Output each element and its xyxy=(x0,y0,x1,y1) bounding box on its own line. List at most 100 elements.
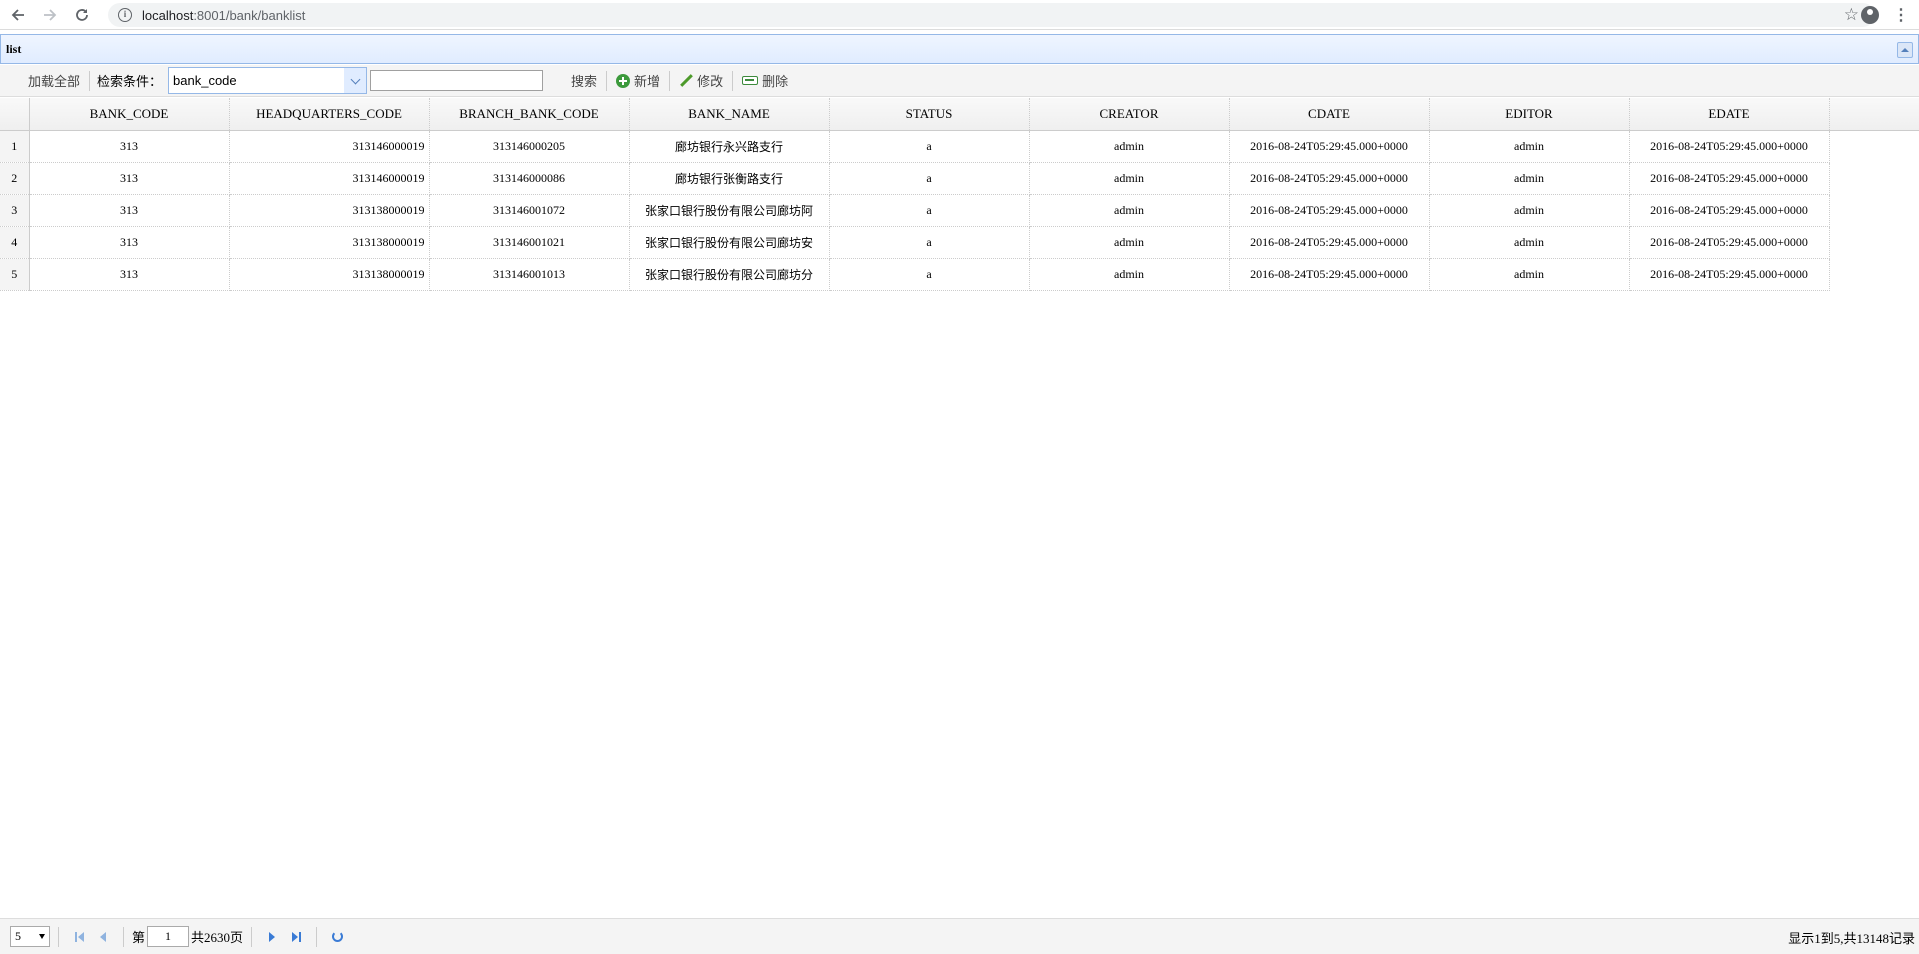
page-size-value: 5 xyxy=(15,929,21,943)
url-path: :8001/bank/banklist xyxy=(193,7,306,23)
cell-status[interactable]: a xyxy=(829,258,1030,291)
cell-branch-bank-code[interactable]: 313146000205 xyxy=(429,130,630,163)
cell-editor[interactable]: admin xyxy=(1429,258,1630,291)
cell-creator[interactable]: admin xyxy=(1029,130,1230,163)
table-header-row: BANK_CODE HEADQUARTERS_CODE BRANCH_BANK_… xyxy=(0,98,1919,131)
cell-editor[interactable]: admin xyxy=(1429,226,1630,259)
cell-branch-bank-code[interactable]: 313146001072 xyxy=(429,194,630,227)
account-icon[interactable] xyxy=(1861,6,1879,24)
add-button-label: 新增 xyxy=(634,74,661,89)
cell-status[interactable]: a xyxy=(829,226,1030,259)
search-field-value: bank_code xyxy=(173,73,237,88)
cell-edate[interactable]: 2016-08-24T05:29:45.000+0000 xyxy=(1629,194,1830,227)
cell-editor[interactable]: admin xyxy=(1429,194,1630,227)
last-page-icon[interactable] xyxy=(287,928,305,946)
chevron-down-icon[interactable] xyxy=(344,68,367,93)
table-row[interactable]: 4 313 313138000019 313146001021 张家口银行股份有… xyxy=(0,226,1919,259)
refresh-icon[interactable] xyxy=(328,928,346,946)
forward-icon[interactable] xyxy=(36,1,64,29)
bank-table: BANK_CODE HEADQUARTERS_CODE BRANCH_BANK_… xyxy=(0,98,1919,291)
toolbar-separator xyxy=(732,70,734,91)
delete-button[interactable]: 删除 xyxy=(736,69,794,93)
cell-edate[interactable]: 2016-08-24T05:29:45.000+0000 xyxy=(1629,258,1830,291)
cell-status[interactable]: a xyxy=(829,130,1030,163)
cell-bank-code[interactable]: 313 xyxy=(29,258,230,291)
cell-cdate[interactable]: 2016-08-24T05:29:45.000+0000 xyxy=(1229,162,1430,195)
cell-edate[interactable]: 2016-08-24T05:29:45.000+0000 xyxy=(1629,130,1830,163)
table-row[interactable]: 2 313 313146000019 313146000086 廊坊银行张衡路支… xyxy=(0,162,1919,195)
menu-kebab-icon[interactable]: ⋮ xyxy=(1893,5,1909,25)
cell-bank-name[interactable]: 张家口银行股份有限公司廊坊阿 xyxy=(629,194,830,227)
toolbar-separator xyxy=(606,70,608,91)
reload-icon[interactable] xyxy=(68,1,96,29)
cell-branch-bank-code[interactable]: 313146000086 xyxy=(429,162,630,195)
column-header-headquarters-code[interactable]: HEADQUARTERS_CODE xyxy=(229,98,430,131)
cell-headquarters-code[interactable]: 313146000019 xyxy=(229,162,430,195)
column-header-editor[interactable]: EDITOR xyxy=(1429,98,1630,131)
cell-cdate[interactable]: 2016-08-24T05:29:45.000+0000 xyxy=(1229,258,1430,291)
column-header-bank-name[interactable]: BANK_NAME xyxy=(629,98,830,131)
column-header-cdate[interactable]: CDATE xyxy=(1229,98,1430,131)
current-page-input[interactable]: 1 xyxy=(147,926,190,947)
table-row[interactable]: 1 313 313146000019 313146000205 廊坊银行永兴路支… xyxy=(0,130,1919,163)
cell-edate[interactable]: 2016-08-24T05:29:45.000+0000 xyxy=(1629,162,1830,195)
bookmark-star-icon[interactable]: ☆ xyxy=(1844,5,1859,25)
cell-bank-name[interactable]: 廊坊银行张衡路支行 xyxy=(629,162,830,195)
search-button[interactable]: 搜索 xyxy=(565,69,603,93)
first-page-icon[interactable] xyxy=(70,928,88,946)
column-header-creator[interactable]: CREATOR xyxy=(1029,98,1230,131)
cell-creator[interactable]: admin xyxy=(1029,258,1230,291)
add-button[interactable]: 新增 xyxy=(610,69,666,93)
row-number: 5 xyxy=(0,258,30,291)
table-row[interactable]: 3 313 313138000019 313146001072 张家口银行股份有… xyxy=(0,194,1919,227)
cell-editor[interactable]: admin xyxy=(1429,162,1630,195)
cell-creator[interactable]: admin xyxy=(1029,194,1230,227)
cell-branch-bank-code[interactable]: 313146001021 xyxy=(429,226,630,259)
collapse-icon[interactable] xyxy=(1897,42,1913,58)
column-header-branch-bank-code[interactable]: BRANCH_BANK_CODE xyxy=(429,98,630,131)
pager-info: 显示1到5,共13148记录 xyxy=(1788,931,1915,946)
cell-bank-name[interactable]: 张家口银行股份有限公司廊坊分 xyxy=(629,258,830,291)
column-header-edate[interactable]: EDATE xyxy=(1629,98,1830,131)
cell-bank-code[interactable]: 313 xyxy=(29,162,230,195)
row-number: 4 xyxy=(0,226,30,259)
cell-bank-code[interactable]: 313 xyxy=(29,130,230,163)
page-size-select[interactable]: 5 xyxy=(10,926,50,947)
cell-branch-bank-code[interactable]: 313146001013 xyxy=(429,258,630,291)
cell-edate[interactable]: 2016-08-24T05:29:45.000+0000 xyxy=(1629,226,1830,259)
cell-status[interactable]: a xyxy=(829,194,1030,227)
column-header-bank-code[interactable]: BANK_CODE xyxy=(29,98,230,131)
cell-headquarters-code[interactable]: 313146000019 xyxy=(229,130,430,163)
table-row[interactable]: 5 313 313138000019 313146001013 张家口银行股份有… xyxy=(0,258,1919,291)
load-all-button[interactable]: 加载全部 xyxy=(22,69,86,93)
search-field-combobox[interactable]: bank_code xyxy=(168,67,368,94)
address-bar[interactable]: i localhost:8001/bank/banklist ☆ xyxy=(108,3,1875,27)
cell-creator[interactable]: admin xyxy=(1029,226,1230,259)
cell-bank-name[interactable]: 廊坊银行永兴路支行 xyxy=(629,130,830,163)
cell-cdate[interactable]: 2016-08-24T05:29:45.000+0000 xyxy=(1229,130,1430,163)
prev-page-icon[interactable] xyxy=(94,928,112,946)
column-header-status[interactable]: STATUS xyxy=(829,98,1030,131)
info-icon[interactable]: i xyxy=(118,8,132,22)
cell-headquarters-code[interactable]: 313138000019 xyxy=(229,226,430,259)
row-filler xyxy=(1829,226,1919,258)
cell-bank-name[interactable]: 张家口银行股份有限公司廊坊安 xyxy=(629,226,830,259)
grid-toolbar: 加载全部 检索条件： bank_code 搜索 新增 修改 删除 xyxy=(0,65,1919,97)
next-page-icon[interactable] xyxy=(263,928,281,946)
cell-bank-code[interactable]: 313 xyxy=(29,194,230,227)
cell-cdate[interactable]: 2016-08-24T05:29:45.000+0000 xyxy=(1229,226,1430,259)
cell-status[interactable]: a xyxy=(829,162,1030,195)
cell-creator[interactable]: admin xyxy=(1029,162,1230,195)
pager-separator xyxy=(123,926,124,947)
cell-editor[interactable]: admin xyxy=(1429,130,1630,163)
edit-button[interactable]: 修改 xyxy=(673,69,729,93)
cell-bank-code[interactable]: 313 xyxy=(29,226,230,259)
row-filler xyxy=(1829,162,1919,194)
search-input[interactable] xyxy=(370,70,544,91)
cell-headquarters-code[interactable]: 313138000019 xyxy=(229,194,430,227)
cell-headquarters-code[interactable]: 313138000019 xyxy=(229,258,430,291)
cell-cdate[interactable]: 2016-08-24T05:29:45.000+0000 xyxy=(1229,194,1430,227)
row-number: 1 xyxy=(0,130,30,163)
pager-separator xyxy=(251,926,253,947)
back-icon[interactable] xyxy=(4,1,32,29)
